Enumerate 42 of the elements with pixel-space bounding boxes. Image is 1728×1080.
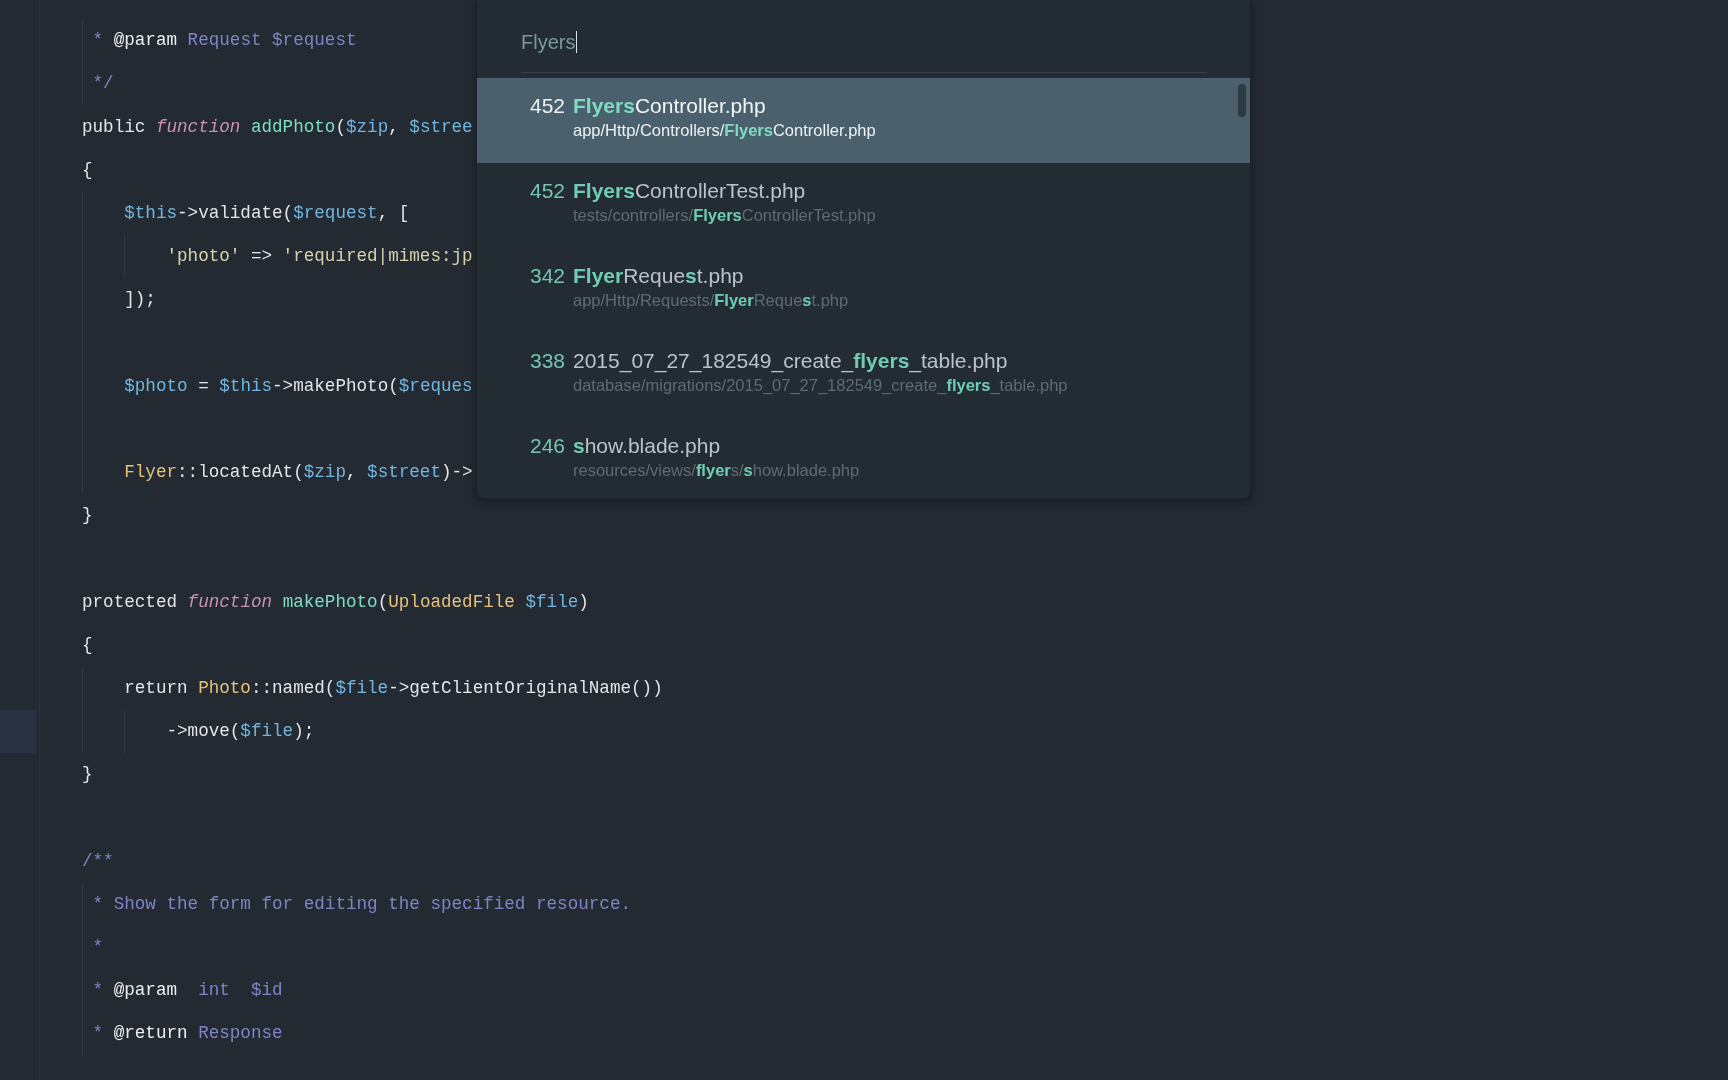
result-name: FlyersController.php [573, 93, 767, 119]
result-score: 452 [528, 178, 565, 204]
code-line: * @return Response [92, 1022, 283, 1046]
result-item[interactable]: 452 FlyersController.php app/Http/Controllers/FlyersController.php [477, 78, 1250, 163]
code-line: $this->validate($request, [ [124, 201, 410, 225]
result-score: 246 [528, 433, 565, 459]
search-field[interactable]: Flyers [521, 0, 1207, 73]
result-name: 2015_07_27_182549_create_flyers_table.php [573, 348, 1009, 374]
code-line: Flyer::locatedAt($zip, $street)-> [124, 461, 473, 484]
code-line: $photo = $this->makePhoto($reques [124, 374, 473, 398]
result-item[interactable]: 338 2015_07_27_182549_create_flyers_table.php database/migrations/2015_07_27_182549_create_flyers_table.php [477, 333, 1250, 418]
result-item[interactable]: 246 show.blade.php resources/views/flyers/show.blade.php [477, 418, 1250, 498]
code-line: ->move($file); [166, 720, 315, 743]
result-name: FlyerRequest.php [573, 263, 745, 289]
code-line: /** [82, 849, 114, 873]
code-line: 'photo' => 'required|mimes:jp [166, 245, 473, 268]
code-line: * [92, 936, 104, 959]
result-item[interactable]: 452 FlyersControllerTest.php tests/controllers/FlyersControllerTest.php [477, 163, 1250, 248]
result-item[interactable]: 342 FlyerRequest.php app/Http/Requests/FlyerRequest.php [477, 248, 1250, 333]
result-path: app/Http/Requests/FlyerRequest.php [573, 290, 849, 311]
code-line: ]); [124, 288, 156, 312]
result-path: resources/views/flyers/show.blade.php [573, 460, 860, 481]
code-line: { [82, 158, 93, 182]
result-name: FlyersControllerTest.php [573, 178, 807, 204]
code-line: protected function makePhoto(UploadedFile $file) [82, 590, 589, 614]
code-line: * @param int $id [92, 979, 283, 1003]
result-path: tests/controllers/FlyersControllerTest.php [573, 205, 876, 226]
result-path: database/migrations/2015_07_27_182549_create_flyers_table.php [573, 375, 1068, 396]
scrollbar-thumb[interactable] [1238, 84, 1246, 117]
code-line: public function addPhoto($zip, $stree [82, 115, 473, 139]
code-line: */ [92, 72, 114, 96]
code-line: return Photo::named($file->getClientOriginalName()) [124, 676, 663, 700]
code-line: * @param Request $request [92, 29, 357, 52]
result-score: 338 [528, 348, 565, 374]
result-score: 452 [528, 93, 565, 119]
result-name: show.blade.php [573, 433, 722, 459]
result-score: 342 [528, 263, 565, 289]
result-path: app/Http/Controllers/FlyersController.php [573, 120, 876, 141]
code-line: { [82, 633, 93, 657]
code-line: * Show the form for editing the specified resource. [92, 892, 631, 916]
code-line: } [82, 763, 93, 787]
code-line: } [82, 504, 93, 528]
